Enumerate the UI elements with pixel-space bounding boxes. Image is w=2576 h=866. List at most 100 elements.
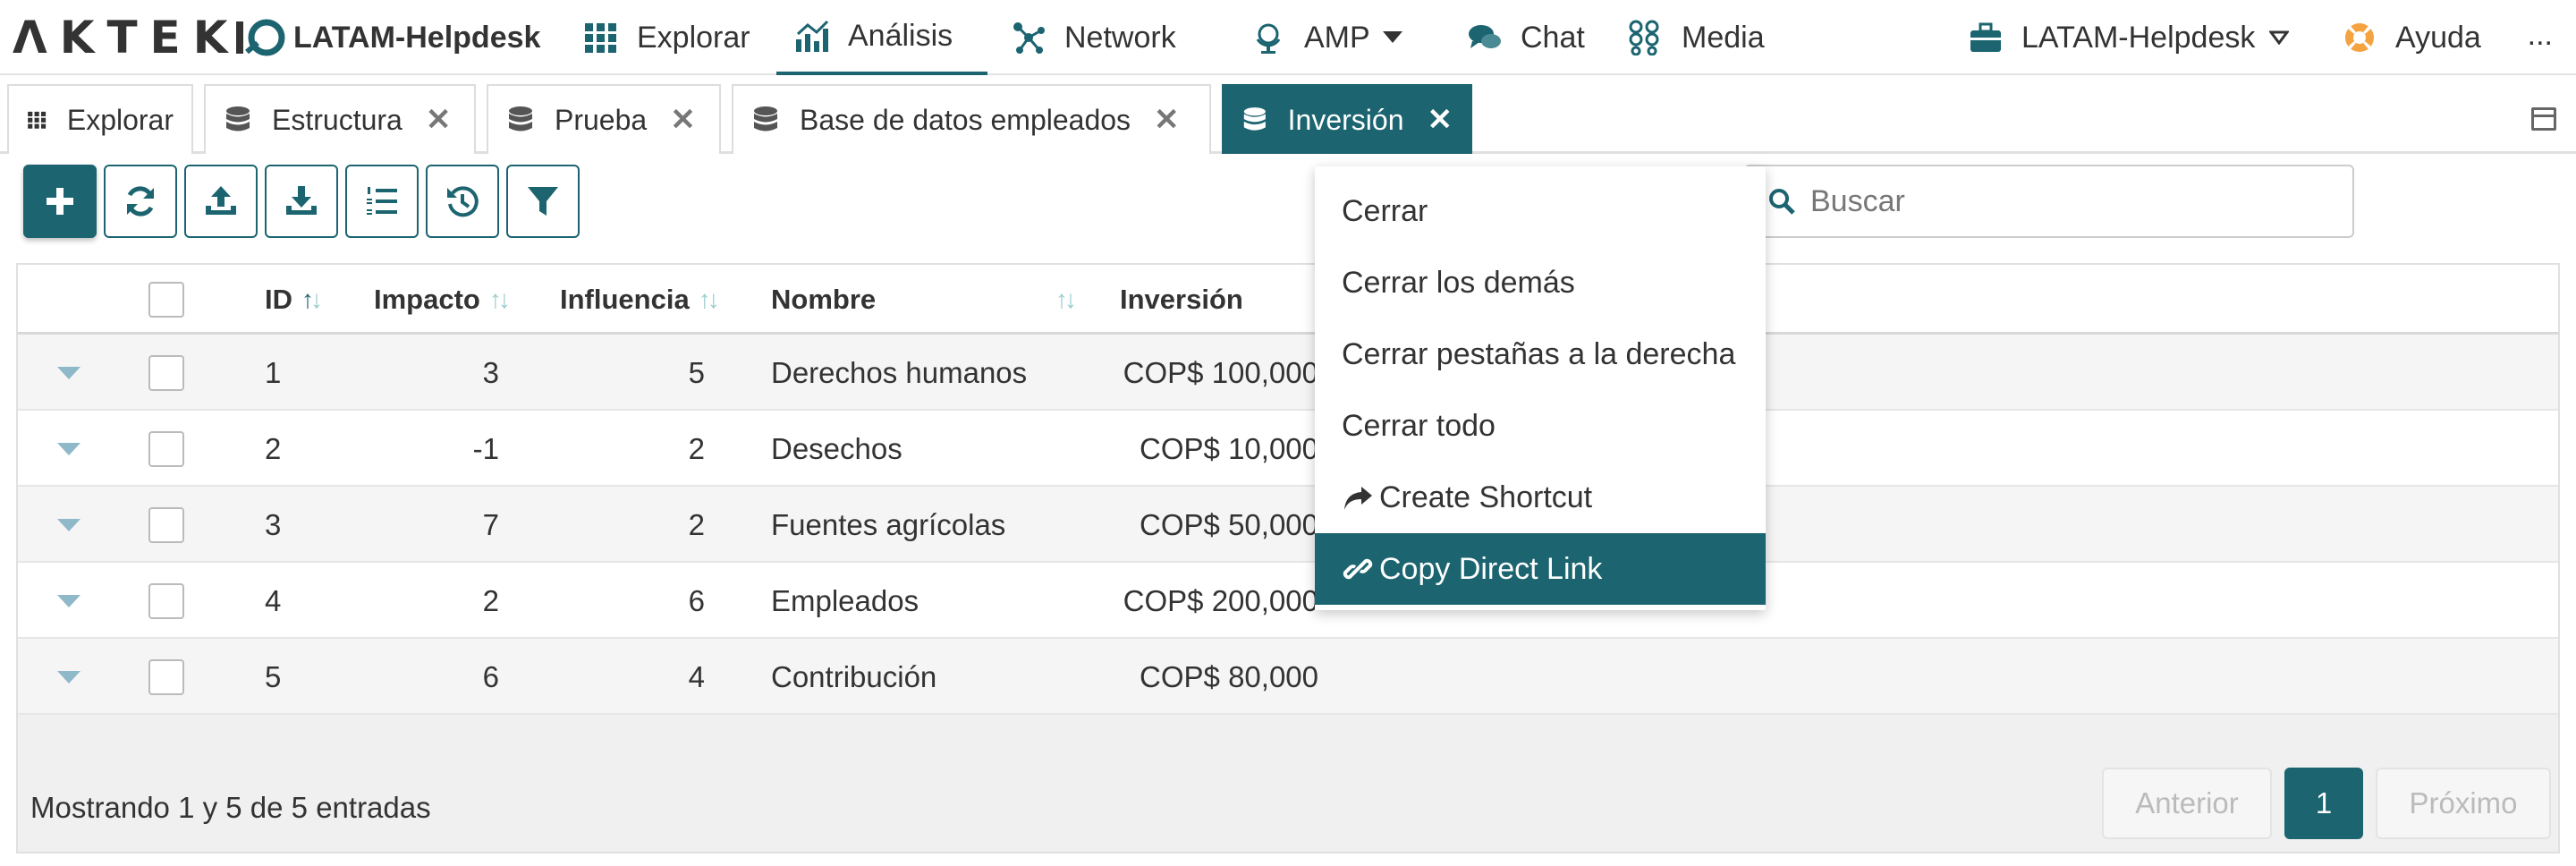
menu-item-close-all[interactable]: Cerrar todo	[1315, 390, 1766, 462]
cell-id: 5	[265, 659, 282, 693]
table-row[interactable]: 2 -1 2 Desechos COP$ 10,000	[18, 411, 2558, 487]
menu-item-label: Copy Direct Link	[1379, 551, 1603, 586]
nav-media[interactable]: Media	[1628, 0, 1765, 75]
sort-down-glyph: ↓	[707, 285, 720, 313]
nav-analisis[interactable]: Análisis	[776, 0, 987, 75]
tab-close-icon[interactable]: ✕	[1428, 105, 1453, 135]
filter-button[interactable]	[506, 165, 580, 238]
menu-item-create-shortcut[interactable]: Create Shortcut	[1315, 462, 1766, 533]
column-header-impacto[interactable]: Impacto ↑↓	[374, 265, 511, 335]
sort-icon[interactable]: ↑↓	[698, 285, 720, 314]
next-page-button[interactable]: Próximo	[2376, 768, 2551, 839]
cell-nombre: Desechos	[771, 431, 902, 465]
table-row[interactable]: 4 2 6 Empleados COP$ 200,000	[18, 563, 2558, 639]
upload-button[interactable]	[184, 165, 258, 238]
expand-caret-icon	[57, 518, 80, 531]
tab-close-icon[interactable]: ✕	[1154, 105, 1180, 135]
nav-explorar-label: Explorar	[637, 20, 750, 55]
more-menu-button[interactable]: ...	[2528, 18, 2553, 53]
history-button[interactable]	[426, 165, 499, 238]
cell-nombre: Derechos humanos	[771, 355, 1028, 389]
download-icon	[286, 186, 317, 215]
menu-item-close-others[interactable]: Cerrar los demás	[1315, 247, 1766, 318]
panel-toggle-icon[interactable]	[2531, 107, 2556, 131]
workspace-label: LATAM-Helpdesk	[2021, 20, 2256, 55]
globe-icon	[1256, 23, 1281, 54]
grid-icon	[585, 23, 616, 53]
database-icon	[509, 106, 532, 132]
row-expand[interactable]	[57, 487, 80, 563]
workspace-selector[interactable]: LATAM-Helpdesk	[1968, 0, 2290, 75]
search-input[interactable]	[1810, 183, 2311, 219]
menu-item-label: Cerrar los demás	[1342, 265, 1575, 300]
column-header-nombre-sort[interactable]: ↑↓	[1046, 265, 1077, 335]
sort-down-glyph: ↓	[497, 285, 511, 313]
column-label: ID	[265, 284, 292, 315]
cell-impacto: 7	[482, 507, 499, 541]
column-label: Nombre	[771, 284, 877, 315]
table-row[interactable]: 5 6 4 Contribución COP$ 80,000	[18, 639, 2558, 715]
link-icon	[1343, 558, 1373, 580]
sort-up-glyph: ↑	[488, 285, 502, 313]
column-header-id[interactable]: ID ↑↓	[265, 265, 323, 335]
row-expand[interactable]	[57, 563, 80, 639]
tab-close-icon[interactable]: ✕	[670, 105, 696, 135]
row-select	[148, 639, 184, 715]
cell-inversion: COP$ 80,000	[1140, 659, 1318, 693]
row-checkbox[interactable]	[148, 506, 184, 543]
page-1-button[interactable]: 1	[2284, 768, 2363, 839]
prev-page-button[interactable]: Anterior	[2102, 768, 2272, 839]
media-icon	[1629, 20, 1659, 55]
row-expand[interactable]	[57, 335, 80, 411]
select-all-checkbox[interactable]	[148, 282, 184, 318]
sort-up-glyph: ↑	[301, 285, 314, 313]
row-checkbox[interactable]	[148, 658, 184, 695]
sort-icon[interactable]: ↑↓	[1055, 285, 1077, 314]
column-header-inversion[interactable]: Inversión	[1120, 265, 1243, 335]
nav-media-label: Media	[1682, 20, 1765, 55]
sort-up-glyph: ↑	[698, 285, 711, 313]
table-row[interactable]: 3 7 2 Fuentes agrícolas COP$ 50,000	[18, 487, 2558, 563]
tab-inversion[interactable]: Inversión ✕	[1222, 84, 1472, 154]
table-row[interactable]: 1 3 5 Derechos humanos COP$ 100,000	[18, 335, 2558, 411]
menu-item-close-right[interactable]: Cerrar pestañas a la derecha	[1315, 318, 1766, 390]
expand-caret-icon	[57, 366, 80, 379]
ordered-list-button[interactable]	[345, 165, 419, 238]
aktekio-logo[interactable]: ΛKTEK	[13, 15, 286, 60]
tab-estructura[interactable]: Estructura ✕	[204, 84, 476, 154]
nav-explorar[interactable]: Explorar	[583, 0, 750, 75]
download-button[interactable]	[265, 165, 338, 238]
add-record-button[interactable]	[23, 165, 97, 238]
row-checkbox[interactable]	[148, 354, 184, 391]
tab-prueba[interactable]: Prueba ✕	[487, 84, 721, 154]
sort-icon[interactable]: ↑↓	[488, 285, 511, 314]
search-box[interactable]	[1744, 165, 2354, 238]
column-header-nombre[interactable]: Nombre	[771, 265, 876, 335]
sort-down-glyph: ↓	[1064, 285, 1077, 313]
nav-amp[interactable]: AMP	[1250, 0, 1402, 75]
row-checkbox[interactable]	[148, 582, 184, 619]
column-label: Impacto	[374, 284, 480, 315]
cell-influencia: 4	[688, 659, 705, 693]
tab-label: Estructura	[272, 103, 402, 136]
tab-base-datos-empleados[interactable]: Base de datos empleados ✕	[732, 84, 1211, 154]
row-expand[interactable]	[57, 639, 80, 715]
tab-explorar[interactable]: Explorar	[7, 84, 193, 154]
refresh-button[interactable]	[104, 165, 177, 238]
menu-item-copy-direct-link[interactable]: Copy Direct Link	[1315, 533, 1766, 605]
row-expand[interactable]	[57, 411, 80, 487]
help-label: Ayuda	[2395, 20, 2481, 55]
menu-item-label: Cerrar pestañas a la derecha	[1342, 336, 1736, 371]
caret-down-icon	[1382, 31, 1402, 43]
expand-caret-icon	[57, 594, 80, 607]
sort-icon[interactable]: ↑↓	[301, 285, 323, 314]
filter-icon	[528, 187, 558, 216]
nav-network[interactable]: Network	[1011, 0, 1176, 75]
nav-analisis-label: Análisis	[848, 18, 953, 53]
menu-item-close[interactable]: Cerrar	[1315, 175, 1766, 247]
nav-chat[interactable]: Chat	[1467, 0, 1585, 75]
row-checkbox[interactable]	[148, 430, 184, 467]
help-menu[interactable]: Ayuda	[2342, 0, 2481, 75]
tab-close-icon[interactable]: ✕	[426, 105, 452, 135]
column-header-influencia[interactable]: Influencia ↑↓	[560, 265, 720, 335]
